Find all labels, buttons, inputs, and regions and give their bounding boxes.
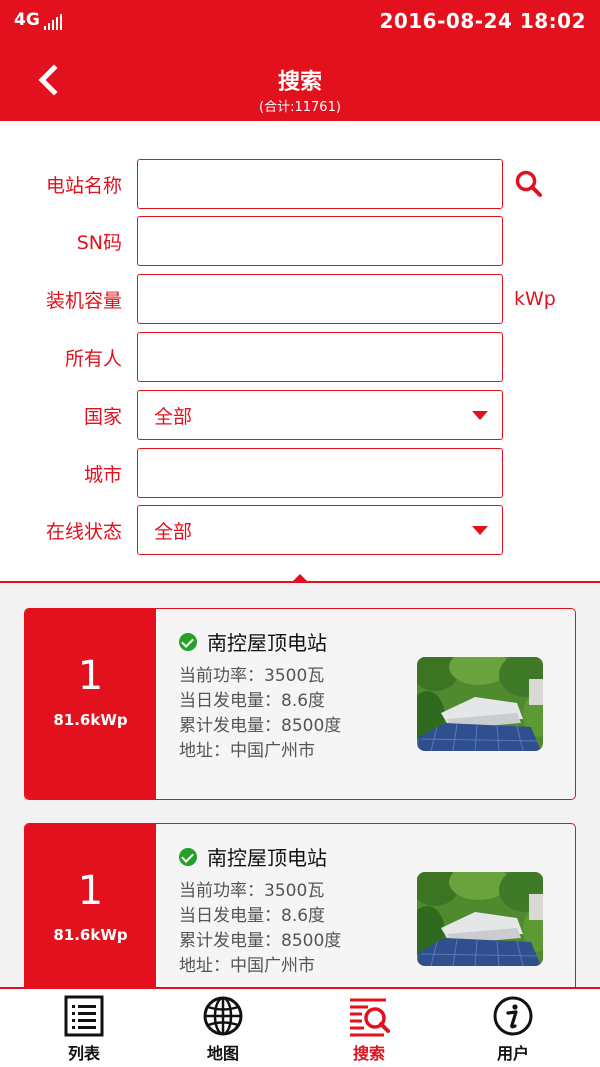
form-row-online-status: 在线状态 全部 xyxy=(0,505,600,555)
station-name-label: 电站名称 xyxy=(45,175,122,197)
list-icon xyxy=(64,995,104,1037)
tab-label: 搜索 xyxy=(352,1044,385,1063)
search-form: 电站名称 SN码 装机容量 kWp 所有人 国家 全部 城市 在线状态 全部 xyxy=(0,121,600,581)
station-list[interactable]: 1 81.6kWp 南控屋顶电站 当前功率：3500瓦 当日发电量：8.6度 累… xyxy=(0,583,600,987)
station-name: 南控屋顶电站 xyxy=(207,846,327,870)
tab-search[interactable]: 搜索 xyxy=(294,989,444,1067)
signal-indicator: 4G xyxy=(14,10,64,30)
station-capacity: 81.6kWp xyxy=(53,711,128,729)
globe-icon xyxy=(203,996,243,1036)
bottom-tab-bar: 列表 地图 搜索 用户 xyxy=(0,987,600,1067)
search-button[interactable] xyxy=(514,169,544,199)
search-list-icon xyxy=(350,998,390,1037)
form-row-city: 城市 xyxy=(0,448,600,498)
daily-generation: 当日发电量：8.6度 xyxy=(179,691,326,711)
form-row-capacity: 装机容量 kWp xyxy=(0,274,600,324)
city-input[interactable] xyxy=(137,448,503,498)
station-photo xyxy=(417,872,543,966)
tab-label: 列表 xyxy=(67,1044,100,1063)
status-clock: 2016-08-24 18:02 xyxy=(379,9,586,33)
country-select[interactable]: 全部 xyxy=(137,390,503,440)
signal-bars-icon xyxy=(43,14,64,30)
country-label: 国家 xyxy=(83,406,122,428)
status-bar: 4G 2016-08-24 18:02 xyxy=(0,0,600,42)
capacity-input[interactable] xyxy=(137,274,503,324)
header: 4G 2016-08-24 18:02 搜索 (合计:11761) xyxy=(0,0,600,121)
city-label: 城市 xyxy=(83,464,122,486)
station-address: 地址：中国广州市 xyxy=(179,741,315,761)
form-row-station-name: 电站名称 xyxy=(0,159,600,209)
tab-user[interactable]: 用户 xyxy=(438,989,588,1067)
station-title: 南控屋顶电站 xyxy=(179,627,327,656)
network-type: 4G xyxy=(14,10,40,30)
station-title: 南控屋顶电站 xyxy=(179,842,327,871)
total-generation: 累计发电量：8500度 xyxy=(179,716,342,736)
station-card[interactable]: 1 81.6kWp 南控屋顶电站 当前功率：3500瓦 当日发电量：8.6度 累… xyxy=(24,823,576,987)
info-icon xyxy=(493,996,533,1036)
dropdown-arrow-icon xyxy=(472,411,488,420)
station-capacity: 81.6kWp xyxy=(53,926,128,944)
online-status-label: 在线状态 xyxy=(45,521,122,543)
online-status-select[interactable]: 全部 xyxy=(137,505,503,555)
total-generation: 累计发电量：8500度 xyxy=(179,931,342,951)
tab-label: 用户 xyxy=(496,1044,529,1063)
station-photo xyxy=(417,657,543,751)
form-row-country: 国家 全部 xyxy=(0,390,600,440)
dropdown-arrow-icon xyxy=(472,526,488,535)
tab-list[interactable]: 列表 xyxy=(9,989,159,1067)
station-name-input[interactable] xyxy=(137,159,503,209)
station-card[interactable]: 1 81.6kWp 南控屋顶电站 当前功率：3500瓦 当日发电量：8.6度 累… xyxy=(24,608,576,800)
tab-map[interactable]: 地图 xyxy=(148,989,298,1067)
station-count: 1 xyxy=(77,653,104,699)
sn-label: SN码 xyxy=(76,232,122,254)
form-row-owner: 所有人 xyxy=(0,332,600,382)
owner-label: 所有人 xyxy=(64,348,122,370)
result-total: (合计:11761) xyxy=(259,100,341,115)
current-power: 当前功率：3500瓦 xyxy=(179,666,325,686)
capacity-unit: kWp xyxy=(514,288,556,310)
capacity-label: 装机容量 xyxy=(45,290,122,312)
page-title: 搜索 xyxy=(277,70,322,95)
country-selected-value: 全部 xyxy=(154,405,193,428)
daily-generation: 当日发电量：8.6度 xyxy=(179,906,326,926)
online-check-icon xyxy=(179,847,197,866)
station-name: 南控屋顶电站 xyxy=(207,631,327,655)
station-count: 1 xyxy=(77,868,104,914)
divider-notch xyxy=(293,574,307,581)
online-status-selected-value: 全部 xyxy=(154,520,193,543)
station-address: 地址：中国广州市 xyxy=(179,956,315,976)
card-summary: 1 81.6kWp xyxy=(25,824,156,987)
owner-input[interactable] xyxy=(137,332,503,382)
online-check-icon xyxy=(179,632,197,651)
tab-label: 地图 xyxy=(206,1044,239,1063)
card-summary: 1 81.6kWp xyxy=(25,609,156,799)
current-power: 当前功率：3500瓦 xyxy=(179,881,325,901)
search-icon xyxy=(515,170,542,197)
form-row-sn: SN码 xyxy=(0,216,600,266)
sn-input[interactable] xyxy=(137,216,503,266)
